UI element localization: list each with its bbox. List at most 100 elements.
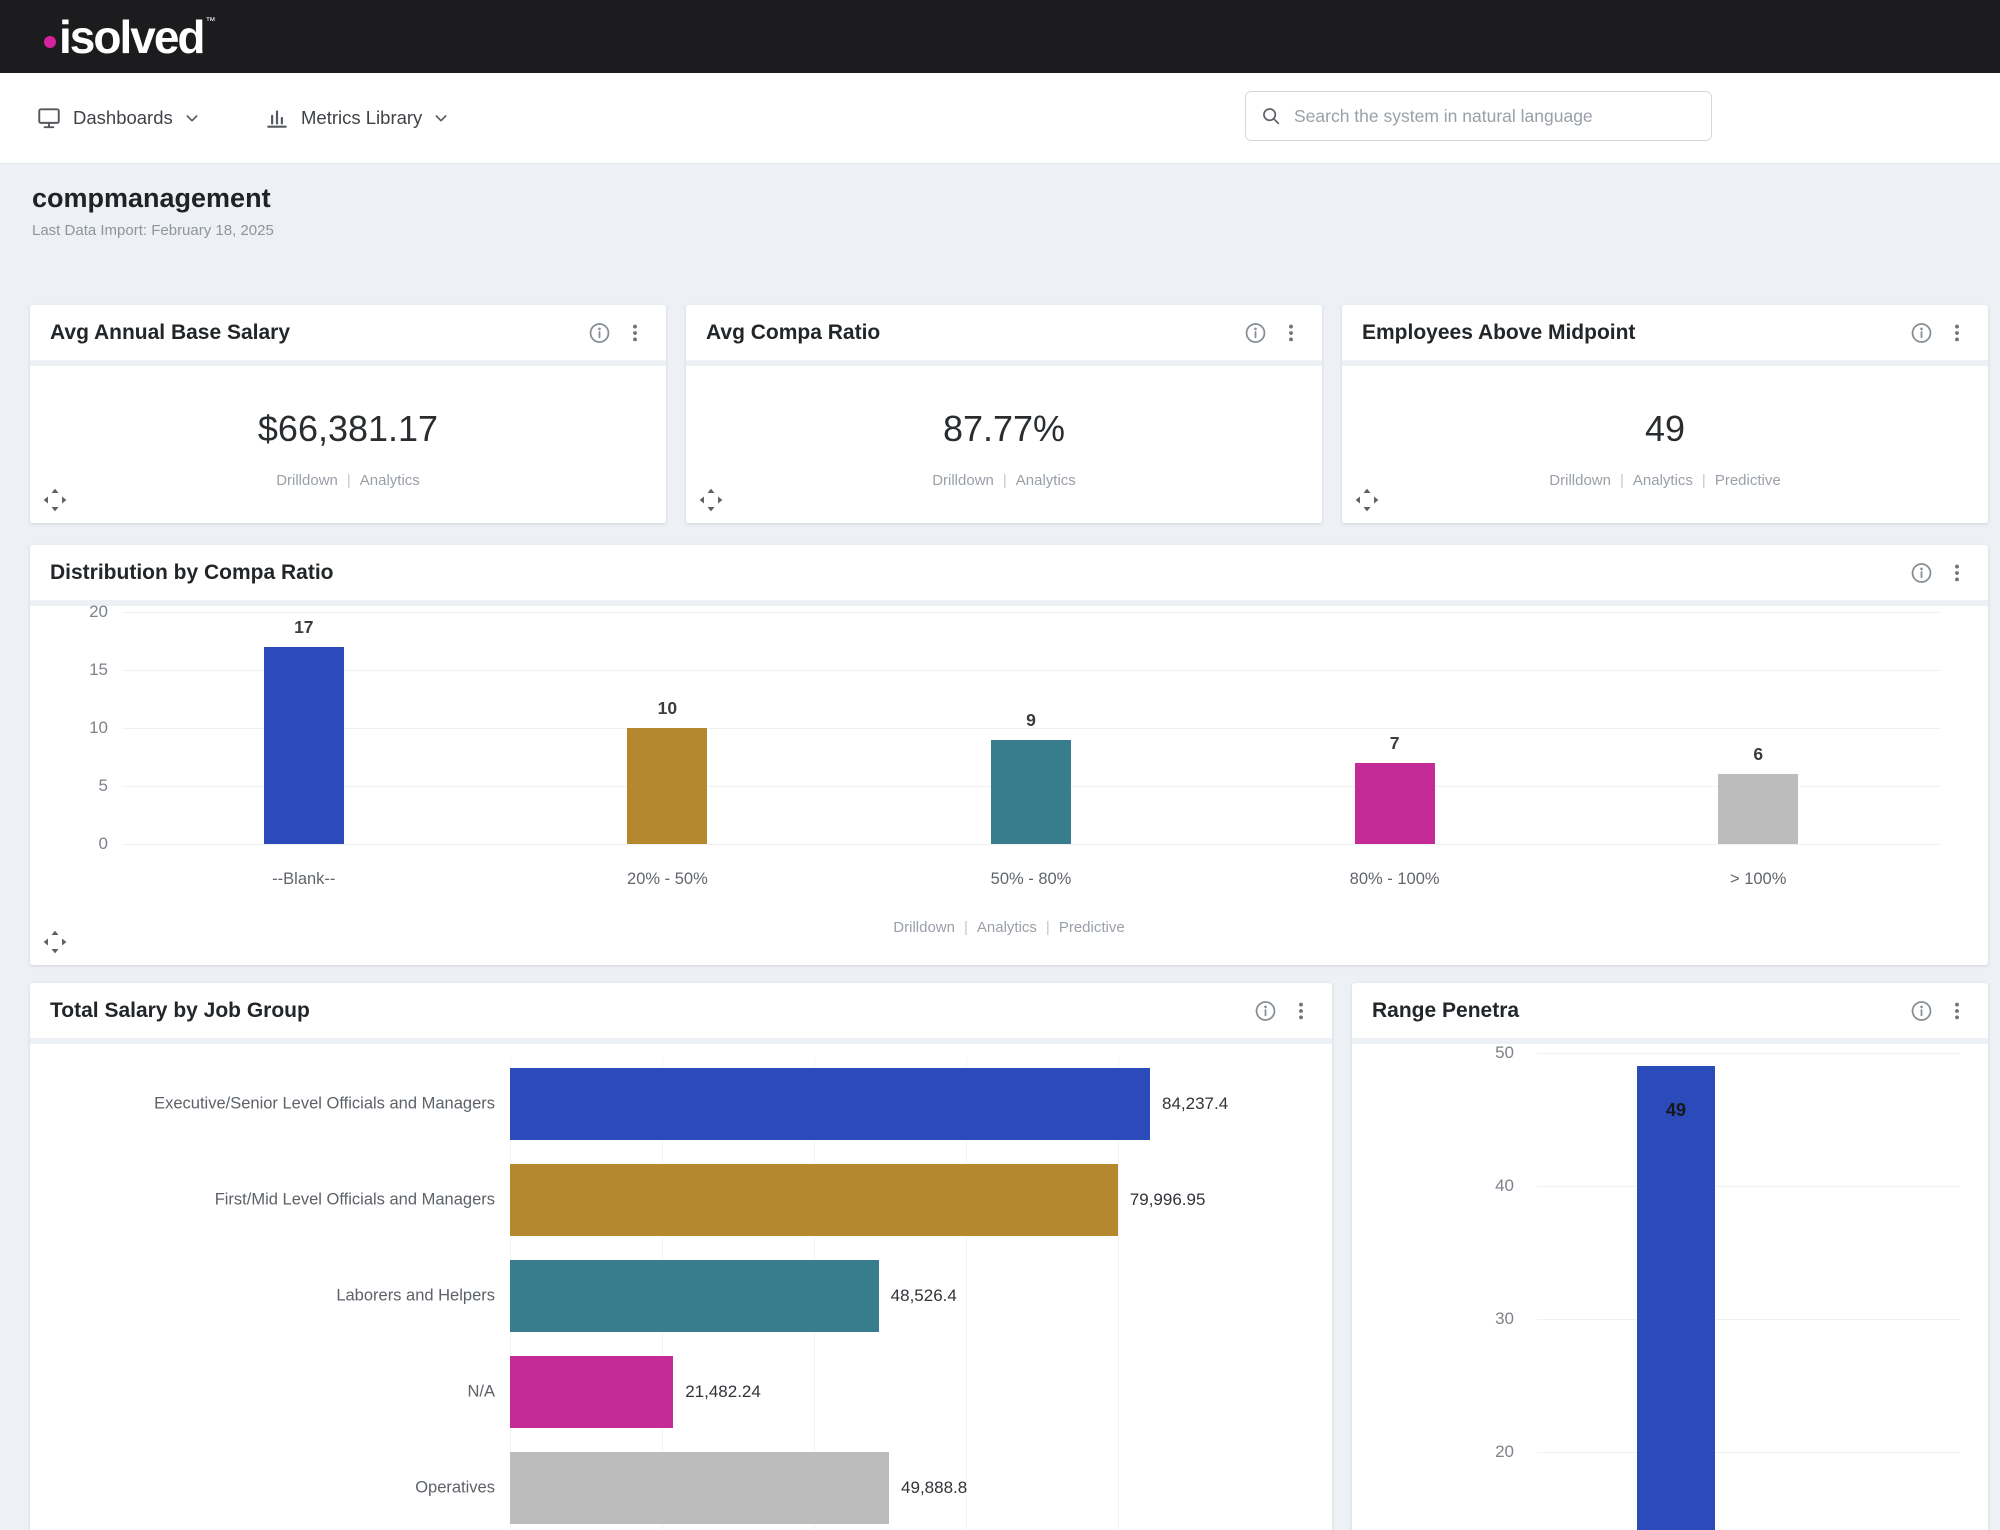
x-axis-label: > 100% xyxy=(1729,870,1787,888)
kpi-value: 49 xyxy=(1644,408,1686,449)
info-icon[interactable] xyxy=(1909,320,1934,345)
chart-footer-links: Drilldown | Analytics | Predictive xyxy=(30,919,1988,936)
gridline xyxy=(122,612,1940,613)
kpi-value: $66,381.17 xyxy=(257,408,439,449)
bar-value-label: 84,237.4 xyxy=(1162,1094,1229,1113)
drag-handle-icon[interactable] xyxy=(1354,487,1380,513)
bar-value-label: 7 xyxy=(1389,732,1400,753)
kebab-menu-icon[interactable] xyxy=(1280,322,1302,344)
y-axis-label: N/A xyxy=(467,1382,495,1401)
bar-value-label: 48,526.4 xyxy=(890,1286,957,1305)
range-penetra-bar-chart: 50 40 30 20 49 xyxy=(1352,1043,1988,1530)
card-body: 49 Drilldown | Analytics | Predictive xyxy=(1342,366,1988,523)
link-separator: | xyxy=(1045,919,1050,936)
info-icon[interactable] xyxy=(1253,998,1278,1023)
kebab-menu-icon[interactable] xyxy=(1290,1000,1312,1022)
bar-Executive/Senior Level Officials and Managers[interactable] xyxy=(510,1068,1150,1140)
info-icon[interactable] xyxy=(587,320,612,345)
link-predictive[interactable]: Predictive xyxy=(1059,919,1125,936)
link-separator: | xyxy=(346,472,351,489)
total-salary-hbar-chart: Executive/Senior Level Officials and Man… xyxy=(30,1044,1332,1530)
last-data-import: Last Data Import: February 18, 2025 xyxy=(32,222,274,239)
link-separator: | xyxy=(1701,472,1706,489)
bar-value-label: 49,888.8 xyxy=(901,1478,968,1497)
x-axis-label: 20% - 50% xyxy=(627,870,708,888)
bar-First/Mid Level Officials and Managers[interactable] xyxy=(510,1164,1118,1236)
link-drilldown[interactable]: Drilldown xyxy=(1549,472,1611,489)
kebab-menu-icon[interactable] xyxy=(1946,1000,1968,1022)
card-header: Employees Above Midpoint xyxy=(1342,305,1988,366)
kpi-links: Drilldown | Analytics xyxy=(30,472,666,489)
card-body: 87.77% Drilldown | Analytics xyxy=(686,366,1322,523)
y-axis-label: Executive/Senior Level Officials and Man… xyxy=(154,1094,495,1113)
isolved-logo: isolved ™ xyxy=(44,14,216,60)
kpi-value: 87.77% xyxy=(942,408,1066,449)
y-axis-tick: 10 xyxy=(89,718,108,737)
drag-handle-icon[interactable] xyxy=(698,487,724,513)
info-icon[interactable] xyxy=(1909,998,1934,1023)
gridline xyxy=(1537,1053,1960,1054)
y-axis-tick: 0 xyxy=(98,834,108,853)
nav-dashboards-label: Dashboards xyxy=(73,107,173,128)
bar-N/A[interactable] xyxy=(510,1356,674,1428)
link-analytics[interactable]: Analytics xyxy=(1016,472,1076,489)
gridline xyxy=(1537,1186,1960,1187)
card-header: Avg Compa Ratio xyxy=(686,305,1322,366)
gridline xyxy=(122,670,1940,671)
y-axis-tick: 15 xyxy=(89,660,108,679)
gridline xyxy=(1537,1319,1960,1320)
link-drilldown[interactable]: Drilldown xyxy=(932,472,994,489)
drag-handle-icon[interactable] xyxy=(42,929,68,955)
bar-> 100%[interactable] xyxy=(1718,774,1799,844)
y-axis-label: Laborers and Helpers xyxy=(336,1286,495,1305)
panel-header: Distribution by Compa Ratio xyxy=(30,545,1988,606)
search-input[interactable] xyxy=(1292,104,1697,128)
compa-ratio-bar-chart: Drilldown | Analytics | Predictive 0 5 10 15 20 1… xyxy=(30,602,1988,965)
bar-Operatives[interactable] xyxy=(510,1452,890,1524)
logo-text: isolved xyxy=(59,10,206,63)
monitor-icon xyxy=(36,105,62,131)
y-axis-label: Operatives xyxy=(415,1478,495,1497)
bar-50% - 80%[interactable] xyxy=(991,739,1071,844)
nav-item-dashboards[interactable]: Dashboards xyxy=(36,73,200,163)
link-analytics[interactable]: Analytics xyxy=(977,919,1037,936)
link-predictive[interactable]: Predictive xyxy=(1715,472,1781,489)
x-axis-label: 50% - 80% xyxy=(990,870,1072,888)
top-app-bar: isolved ™ xyxy=(0,0,2000,73)
link-analytics[interactable]: Analytics xyxy=(360,472,420,489)
panel-distribution-by-compa-ratio: Distribution by Compa Ratio Drilldown | An… xyxy=(30,545,1988,965)
bar-Laborers and Helpers[interactable] xyxy=(510,1260,879,1332)
link-analytics[interactable]: Analytics xyxy=(1633,472,1693,489)
y-axis-tick: 20 xyxy=(89,602,108,621)
link-separator: | xyxy=(1002,472,1007,489)
bar---Blank--[interactable] xyxy=(263,646,344,844)
bar-value-label: 17 xyxy=(294,616,314,637)
bar-range-penetration[interactable] xyxy=(1637,1066,1715,1530)
drag-handle-icon[interactable] xyxy=(42,487,68,513)
kebab-menu-icon[interactable] xyxy=(624,322,646,344)
kebab-menu-icon[interactable] xyxy=(1946,562,1968,584)
info-icon[interactable] xyxy=(1909,560,1934,585)
bar-value-label: 6 xyxy=(1753,744,1764,765)
kpi-card-avg-annual-base-salary: Avg Annual Base Salary $66,381.17 Drilld… xyxy=(30,305,666,523)
info-icon[interactable] xyxy=(1243,320,1268,345)
bar-80% - 100%[interactable] xyxy=(1354,762,1435,844)
bar-20% - 50%[interactable] xyxy=(627,728,708,844)
search-box[interactable] xyxy=(1245,91,1712,141)
bar-value-label: 21,482.24 xyxy=(685,1382,761,1401)
panel-title: Total Salary by Job Group xyxy=(50,998,310,1022)
y-axis-tick: 40 xyxy=(1495,1176,1514,1195)
chevron-down-icon xyxy=(184,110,200,126)
logo-trademark: ™ xyxy=(205,15,216,27)
panel-range-penetra: Range Penetra 50 40 30 20 49 xyxy=(1352,983,1988,1530)
kpi-links: Drilldown | Analytics xyxy=(686,472,1322,489)
card-title: Avg Compa Ratio xyxy=(706,320,881,344)
card-body: $66,381.17 Drilldown | Analytics xyxy=(30,366,666,523)
card-title: Avg Annual Base Salary xyxy=(50,320,291,344)
dashboard-screen: isolved ™ Dashboards Metrics Library Sea… xyxy=(0,0,2000,1530)
link-drilldown[interactable]: Drilldown xyxy=(893,919,955,936)
kpi-card-employees-above-midpoint: Employees Above Midpoint 49 Drilldown | An… xyxy=(1342,305,1988,523)
nav-item-metrics-library[interactable]: Metrics Library xyxy=(264,73,449,163)
kebab-menu-icon[interactable] xyxy=(1946,322,1968,344)
link-drilldown[interactable]: Drilldown xyxy=(276,472,338,489)
